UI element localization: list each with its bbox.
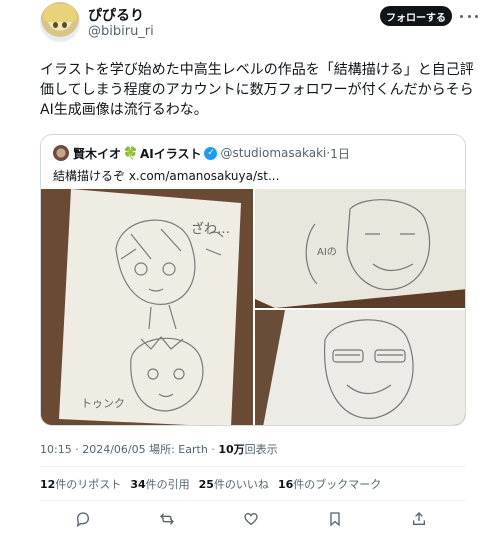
engagement-stats: 12件のリポスト 34件の引用 25件のいいね 16件のブックマーク bbox=[40, 476, 381, 492]
avatar[interactable] bbox=[40, 2, 80, 42]
action-bar bbox=[40, 508, 466, 530]
quoted-tweet-header: 賢木イオ 🍀 AIイラスト ✓ @studiomasakaki · 1日 bbox=[53, 144, 350, 162]
stat-quotes[interactable]: 34件の引用 bbox=[130, 476, 189, 492]
more-icon[interactable] bbox=[460, 8, 478, 24]
repost-icon[interactable] bbox=[156, 508, 178, 530]
quoted-photo-3[interactable] bbox=[255, 310, 465, 425]
quoted-tweet[interactable]: 賢木イオ 🍀 AIイラスト ✓ @studiomasakaki · 1日 結構描… bbox=[40, 134, 466, 426]
tweet-time: 10:15 bbox=[40, 443, 72, 456]
quoted-avatar bbox=[53, 145, 69, 161]
user-handle[interactable]: @bibiru_ri bbox=[88, 24, 154, 39]
tweet-location: 場所: Earth bbox=[149, 443, 208, 456]
quoted-text: 結構描けるぞ x.com/amanosakuya/st... bbox=[53, 169, 280, 183]
like-icon[interactable] bbox=[240, 508, 262, 530]
tweet-text: イラストを学び始めた中高生レベルの作品を「結構描ける」と自己評価してしまう程度の… bbox=[40, 62, 474, 118]
quoted-photo-1[interactable]: ざわ… トゥンク bbox=[41, 189, 253, 425]
reply-icon[interactable] bbox=[72, 508, 94, 530]
stat-reposts[interactable]: 12件のリポスト bbox=[40, 476, 121, 492]
tweet-meta: 10:15 · 2024/06/05 場所: Earth · 10万回表示 bbox=[40, 441, 278, 457]
divider bbox=[40, 466, 466, 467]
divider bbox=[40, 500, 466, 501]
views-label: 回表示 bbox=[244, 443, 278, 456]
quoted-display-name-suffix: AIイラスト bbox=[139, 146, 202, 161]
views-count: 10万 bbox=[218, 443, 245, 456]
quoted-handle: @studiomasakaki bbox=[220, 146, 327, 160]
quoted-display-name: 賢木イオ bbox=[73, 146, 122, 161]
clover-icon: 🍀 bbox=[123, 146, 138, 160]
stat-bookmarks[interactable]: 16件のブックマーク bbox=[278, 476, 381, 492]
svg-text:AIの: AIの bbox=[317, 247, 337, 258]
display-name[interactable]: ぴぴるり bbox=[88, 5, 144, 25]
follow-button[interactable]: フォローする bbox=[380, 6, 452, 26]
quoted-time: 1日 bbox=[330, 146, 350, 161]
svg-text:トゥンク: トゥンク bbox=[81, 397, 125, 410]
bookmark-icon[interactable] bbox=[324, 508, 346, 530]
quoted-photo-2[interactable]: AIの bbox=[255, 189, 465, 308]
stat-likes[interactable]: 25件のいいね bbox=[199, 476, 269, 492]
tweet-header: ぴぴるり @bibiru_ri フォローする bbox=[40, 0, 480, 48]
share-icon[interactable] bbox=[408, 508, 430, 530]
svg-text:ざわ…: ざわ… bbox=[191, 221, 230, 237]
meta-dot: · bbox=[211, 443, 215, 456]
verified-badge-icon: ✓ bbox=[204, 146, 218, 160]
meta-dot: · bbox=[75, 443, 79, 456]
tweet-date: 2024/06/05 bbox=[82, 443, 146, 456]
